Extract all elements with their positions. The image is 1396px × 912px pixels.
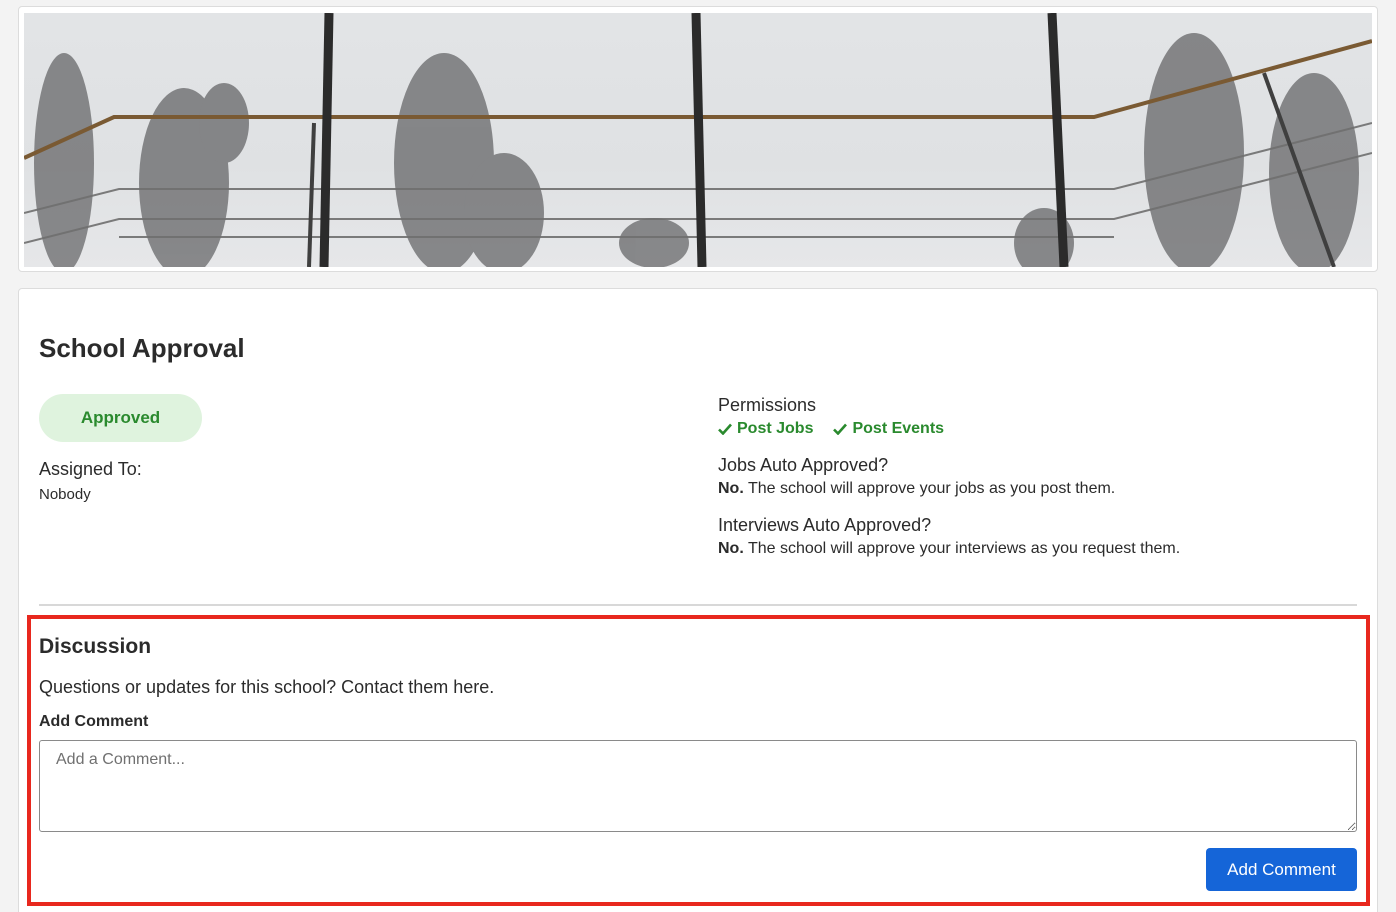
permissions-list: Post Jobs Post Events bbox=[718, 420, 1358, 438]
add-comment-label: Add Comment bbox=[39, 713, 149, 730]
permission-label: Post Jobs bbox=[737, 420, 814, 437]
check-icon bbox=[833, 423, 848, 435]
section-divider bbox=[39, 604, 1357, 606]
permissions-title: Permissions bbox=[718, 395, 817, 415]
discussion-description: Questions or updates for this school? Co… bbox=[39, 677, 495, 697]
add-comment-button[interactable]: Add Comment bbox=[1206, 848, 1357, 891]
check-icon bbox=[718, 423, 732, 435]
interviews-auto-answer-bold: No. bbox=[718, 540, 744, 557]
page-title: School Approval bbox=[39, 333, 245, 363]
staircase-photo bbox=[24, 13, 1372, 267]
interviews-auto-question: Interviews Auto Approved? bbox=[718, 515, 932, 535]
permission-post-jobs: Post Jobs bbox=[718, 420, 813, 438]
status-badge: Approved bbox=[39, 394, 202, 442]
jobs-auto-answer-text: The school will approve your jobs as you… bbox=[743, 480, 1116, 497]
interviews-auto-answer-text: The school will approve your interviews … bbox=[743, 540, 1181, 557]
jobs-auto-answer-bold: No. bbox=[718, 480, 744, 497]
discussion-section: Discussion Questions or updates for this… bbox=[27, 615, 1370, 906]
jobs-auto-approved: Jobs Auto Approved? No. The school will … bbox=[718, 455, 1358, 498]
banner-card bbox=[18, 6, 1378, 272]
assigned-to-label: Assigned To: bbox=[39, 459, 142, 479]
approval-details: Permissions Post Jobs Post Events Jobs A… bbox=[718, 395, 1358, 558]
comment-input[interactable] bbox=[39, 740, 1357, 832]
interviews-auto-approved: Interviews Auto Approved? No. The school… bbox=[718, 515, 1358, 558]
jobs-auto-answer: No. The school will approve your jobs as… bbox=[718, 480, 1358, 498]
discussion-title: Discussion bbox=[39, 635, 152, 658]
assigned-to-value: Nobody bbox=[39, 486, 91, 503]
permission-post-events: Post Events bbox=[833, 420, 944, 438]
jobs-auto-question: Jobs Auto Approved? bbox=[718, 455, 889, 475]
banner-image bbox=[24, 13, 1372, 267]
permission-label: Post Events bbox=[852, 420, 945, 437]
interviews-auto-answer: No. The school will approve your intervi… bbox=[718, 540, 1358, 558]
